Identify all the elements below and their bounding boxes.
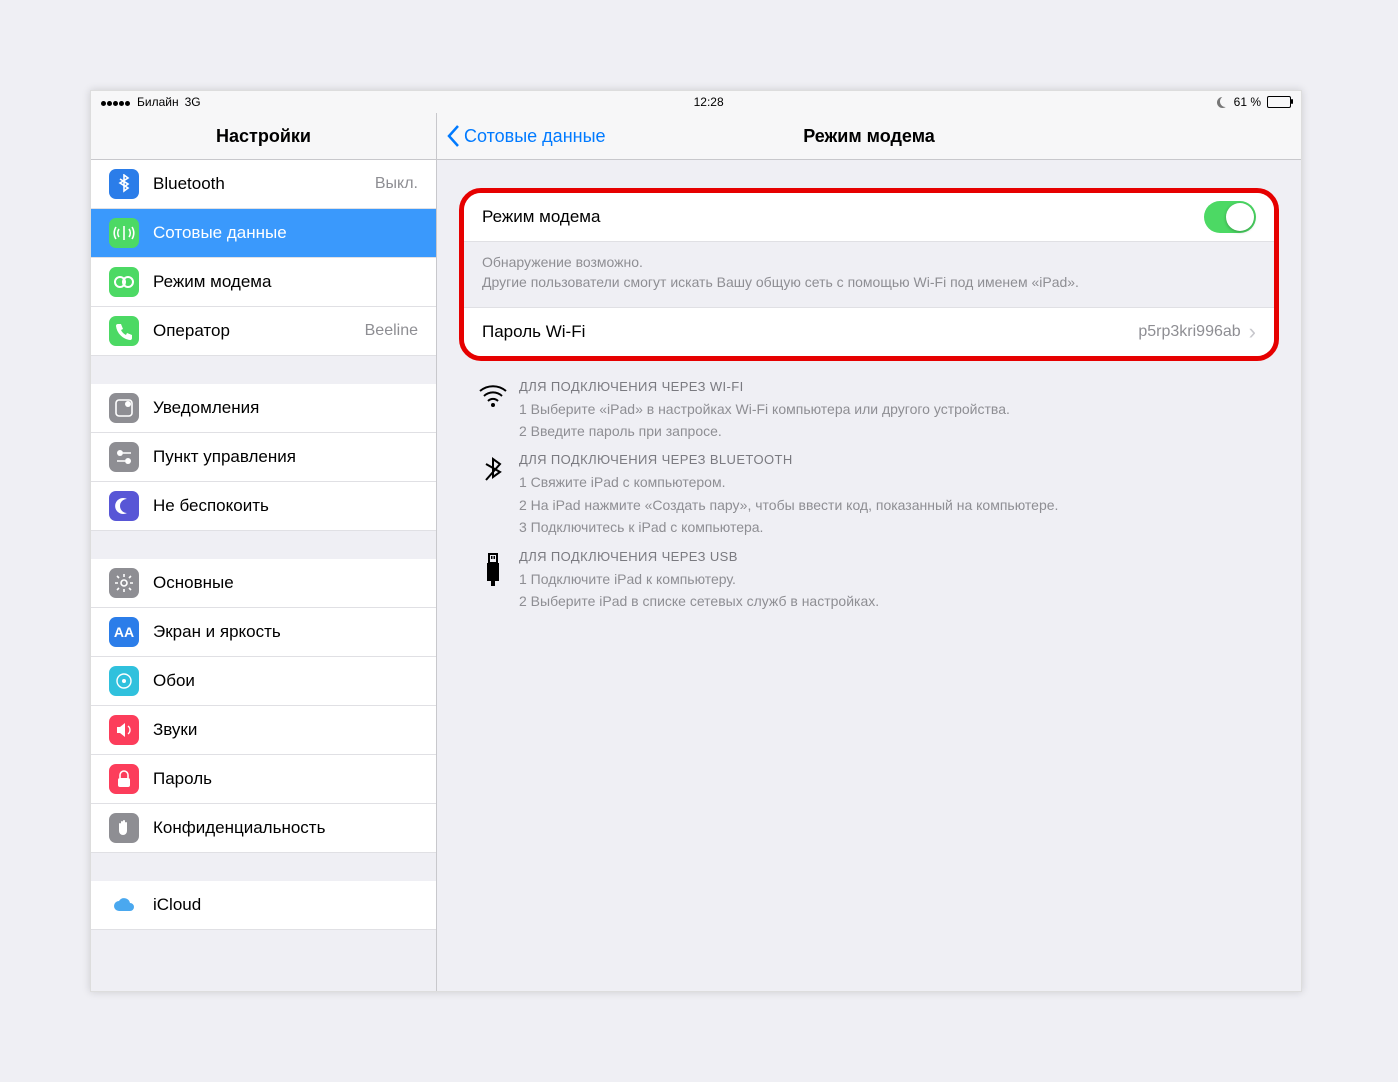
- sidebar-title: Настройки: [91, 113, 436, 160]
- back-button[interactable]: Сотовые данные: [447, 125, 606, 147]
- sidebar-item-carrier[interactable]: Оператор Beeline: [91, 307, 436, 356]
- phone-icon: [109, 316, 139, 346]
- cellular-icon: [109, 218, 139, 248]
- settings-sidebar: Настройки Bluetooth Выкл. Сотовые данные: [91, 113, 437, 991]
- instr-title: ДЛЯ ПОДКЛЮЧЕНИЯ ЧЕРЕЗ BLUETOOTH: [519, 452, 1271, 467]
- sidebar-label: Звуки: [153, 720, 418, 740]
- sidebar-label: Пункт управления: [153, 447, 418, 467]
- sidebar-item-wallpaper[interactable]: Обои: [91, 657, 436, 706]
- instr-title: ДЛЯ ПОДКЛЮЧЕНИЯ ЧЕРЕЗ WI-FI: [519, 379, 1271, 394]
- sidebar-label: Основные: [153, 573, 418, 593]
- speaker-icon: [109, 715, 139, 745]
- lock-icon: [109, 764, 139, 794]
- sidebar-item-general[interactable]: Основные: [91, 559, 436, 608]
- hotspot-icon: [109, 267, 139, 297]
- hotspot-toggle[interactable]: [1204, 201, 1256, 233]
- sidebar-label: iCloud: [153, 895, 418, 915]
- usb-instructions: ДЛЯ ПОДКЛЮЧЕНИЯ ЧЕРЕЗ USB 1 Подключите i…: [467, 549, 1271, 613]
- highlighted-section: Режим модема Обнаружение возможно. Други…: [459, 188, 1279, 361]
- sidebar-value: Выкл.: [375, 175, 418, 193]
- control-center-icon: [109, 442, 139, 472]
- note-line: Обнаружение возможно.: [482, 252, 1256, 272]
- sidebar-label: Конфиденциальность: [153, 818, 418, 838]
- sidebar-item-cellular[interactable]: Сотовые данные: [91, 209, 436, 258]
- instr-line: 1 Подключите iPad к компьютеру.: [519, 568, 1271, 590]
- instr-title: ДЛЯ ПОДКЛЮЧЕНИЯ ЧЕРЕЗ USB: [519, 549, 1271, 564]
- wifi-password-label: Пароль Wi-Fi: [482, 322, 1138, 342]
- wifi-icon: [467, 379, 519, 443]
- sidebar-label: Не беспокоить: [153, 496, 418, 516]
- moon-icon: [109, 491, 139, 521]
- bluetooth-instructions: ДЛЯ ПОДКЛЮЧЕНИЯ ЧЕРЕЗ BLUETOOTH 1 Свяжит…: [467, 452, 1271, 538]
- sidebar-item-privacy[interactable]: Конфиденциальность: [91, 804, 436, 853]
- sidebar-item-sounds[interactable]: Звуки: [91, 706, 436, 755]
- note-line: Другие пользователи смогут искать Вашу о…: [482, 272, 1256, 292]
- sidebar-item-passcode[interactable]: Пароль: [91, 755, 436, 804]
- instr-line: 2 Введите пароль при запросе.: [519, 420, 1271, 442]
- instr-line: 3 Подключитесь к iPad с компьютера.: [519, 516, 1271, 538]
- gear-icon: [109, 568, 139, 598]
- sidebar-label: Пароль: [153, 769, 418, 789]
- clock: 12:28: [694, 95, 724, 109]
- instr-line: 2 Выберите iPad в списке сетевых служб в…: [519, 590, 1271, 612]
- instr-line: 2 На iPad нажмите «Создать пару», чтобы …: [519, 494, 1271, 516]
- content-pane: Сотовые данные Режим модема Режим модема…: [437, 113, 1301, 991]
- battery-pct: 61 %: [1234, 95, 1261, 109]
- sidebar-item-bluetooth[interactable]: Bluetooth Выкл.: [91, 160, 436, 209]
- bluetooth-icon: [109, 169, 139, 199]
- notifications-icon: [109, 393, 139, 423]
- wallpaper-icon: [109, 666, 139, 696]
- sidebar-value: Beeline: [365, 322, 418, 340]
- signal-dots-icon: [101, 95, 131, 109]
- hand-icon: [109, 813, 139, 843]
- wifi-password-value: p5rp3kri996ab: [1138, 323, 1240, 341]
- wifi-instructions: ДЛЯ ПОДКЛЮЧЕНИЯ ЧЕРЕЗ WI-FI 1 Выберите «…: [467, 379, 1271, 443]
- usb-icon: [467, 549, 519, 613]
- sidebar-label: Уведомления: [153, 398, 418, 418]
- sidebar-item-hotspot[interactable]: Режим модема: [91, 258, 436, 307]
- hotspot-label: Режим модема: [482, 207, 1204, 227]
- status-bar: Билайн 3G 12:28 61 %: [91, 91, 1301, 113]
- do-not-disturb-icon: [1217, 97, 1228, 108]
- instr-line: 1 Свяжите iPad с компьютером.: [519, 471, 1271, 493]
- hotspot-toggle-row[interactable]: Режим модема: [464, 193, 1274, 242]
- sidebar-item-icloud[interactable]: iCloud: [91, 881, 436, 930]
- sidebar-item-control-center[interactable]: Пункт управления: [91, 433, 436, 482]
- network-label: 3G: [185, 95, 201, 109]
- bluetooth-icon: [467, 452, 519, 538]
- sidebar-label: Режим модема: [153, 272, 418, 292]
- sidebar-label: Обои: [153, 671, 418, 691]
- sidebar-item-notifications[interactable]: Уведомления: [91, 384, 436, 433]
- sidebar-item-display[interactable]: AA Экран и яркость: [91, 608, 436, 657]
- sidebar-item-dnd[interactable]: Не беспокоить: [91, 482, 436, 531]
- carrier-label: Билайн: [137, 95, 179, 109]
- display-icon: AA: [109, 617, 139, 647]
- instr-line: 1 Выберите «iPad» в настройках Wi-Fi ком…: [519, 398, 1271, 420]
- sidebar-label: Экран и яркость: [153, 622, 418, 642]
- sidebar-label: Bluetooth: [153, 174, 375, 194]
- battery-icon: [1267, 96, 1291, 108]
- hotspot-footnote: Обнаружение возможно. Другие пользовател…: [464, 242, 1274, 307]
- chevron-right-icon: ›: [1249, 319, 1256, 345]
- back-label: Сотовые данные: [464, 126, 606, 147]
- sidebar-label: Оператор: [153, 321, 365, 341]
- cloud-icon: [109, 890, 139, 920]
- wifi-password-row[interactable]: Пароль Wi-Fi p5rp3kri996ab ›: [464, 307, 1274, 356]
- sidebar-label: Сотовые данные: [153, 223, 418, 243]
